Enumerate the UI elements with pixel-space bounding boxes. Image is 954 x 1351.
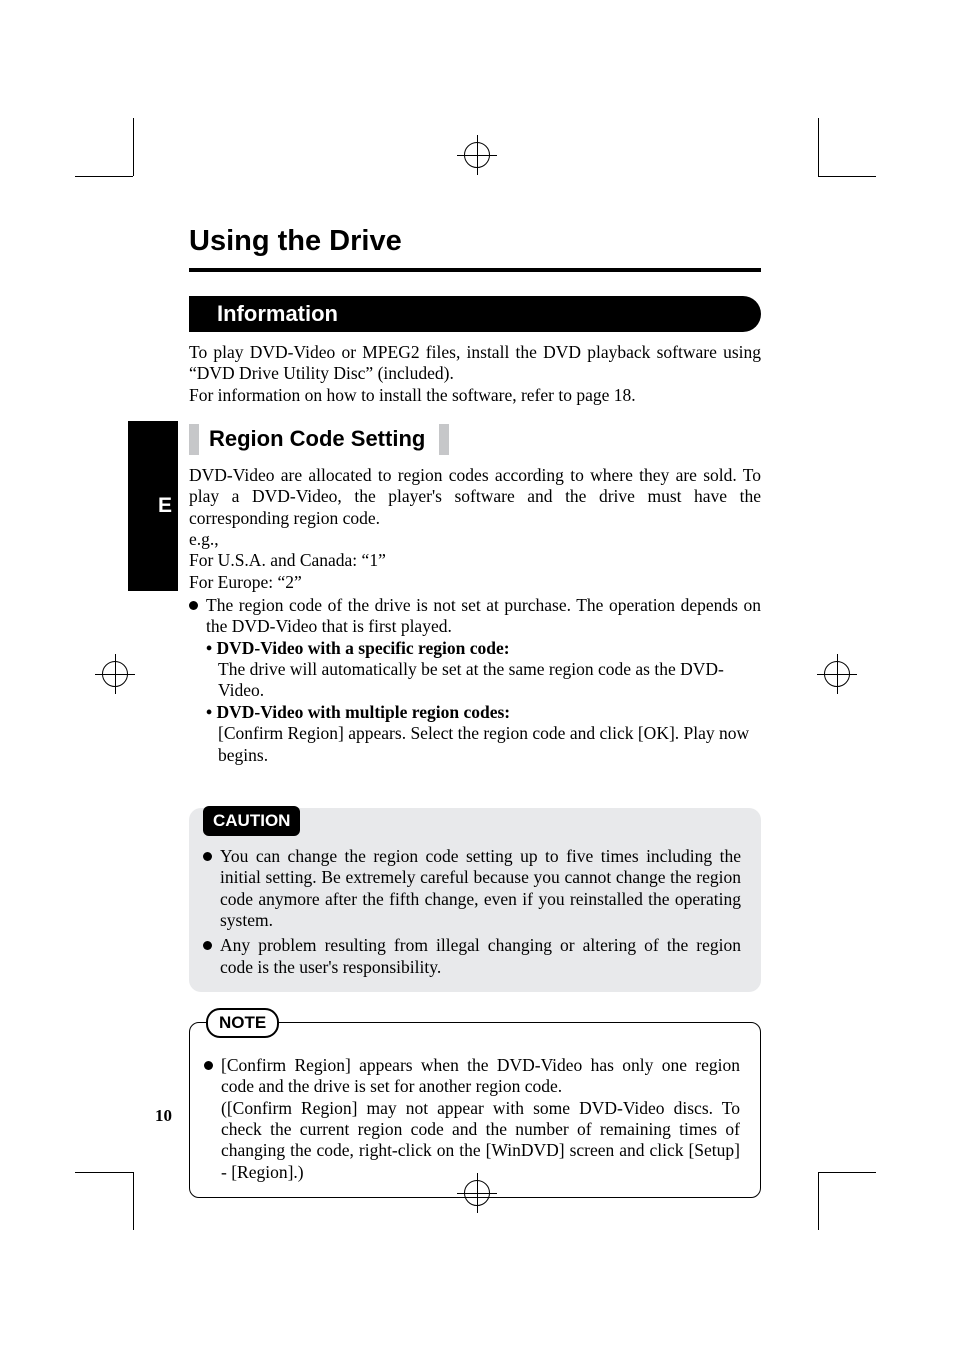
section-header: Information	[189, 296, 761, 332]
subsection-title: Region Code Setting	[209, 426, 425, 451]
sub-bullet: • DVD-Video with a specific region code:…	[206, 638, 761, 702]
caution-box: CAUTION You can change the region code s…	[189, 808, 761, 992]
crop-mark	[818, 1172, 876, 1173]
sub-bullet-label: • DVD-Video with multiple region codes:	[206, 702, 510, 722]
caution-text: Any problem resulting from illegal chang…	[220, 935, 741, 978]
sub-bullet-text: The drive will automatically be set at t…	[218, 659, 761, 702]
bullet-content: The region code of the drive is not set …	[206, 595, 761, 638]
crop-mark	[818, 1172, 819, 1230]
note-text-2: ([Confirm Region] may not appear with so…	[221, 1098, 740, 1183]
bullet-icon	[203, 941, 212, 950]
note-box: NOTE [Confirm Region] appears when the D…	[189, 1022, 761, 1198]
bullet-list: The region code of the drive is not set …	[189, 595, 761, 766]
bullet-text: The region code of the drive is not set …	[206, 595, 761, 636]
region-text-1: DVD-Video are allocated to region codes …	[189, 465, 761, 529]
crop-mark	[818, 176, 876, 177]
crop-mark	[75, 176, 133, 177]
page-title: Using the Drive	[189, 225, 761, 258]
sub-bullet-label: • DVD-Video with a specific region code:	[206, 638, 510, 658]
sub-bullet-text: [Confirm Region] appears. Select the reg…	[218, 723, 761, 766]
page-number: 10	[155, 1106, 172, 1126]
crop-mark	[75, 1172, 133, 1173]
intro-paragraph: To play DVD-Video or MPEG2 files, instal…	[189, 342, 761, 406]
caution-item: You can change the region code setting u…	[203, 846, 741, 931]
bullet-icon	[189, 601, 198, 610]
crop-mark	[133, 118, 134, 176]
side-tab-label: E	[158, 494, 172, 518]
caution-text: You can change the region code setting u…	[220, 846, 741, 931]
registration-mark-icon	[95, 654, 135, 694]
registration-mark-icon	[457, 135, 497, 175]
bullet-icon	[204, 1061, 213, 1070]
sub-bullet: • DVD-Video with multiple region codes: …	[206, 702, 761, 766]
region-eg: e.g.,	[189, 529, 761, 550]
crop-mark	[818, 118, 819, 176]
page-content: Using the Drive Information To play DVD-…	[189, 225, 761, 1198]
region-europe: For Europe: “2”	[189, 572, 761, 593]
caution-item: Any problem resulting from illegal chang…	[203, 935, 741, 978]
crop-mark	[133, 1172, 134, 1230]
note-text-1: [Confirm Region] appears when the DVD-Vi…	[221, 1055, 740, 1098]
region-usa: For U.S.A. and Canada: “1”	[189, 550, 761, 571]
note-label: NOTE	[206, 1008, 279, 1038]
caution-label: CAUTION	[203, 806, 300, 836]
registration-mark-icon	[817, 654, 857, 694]
bullet-item: The region code of the drive is not set …	[189, 595, 761, 638]
subsection-header: Region Code Setting	[189, 424, 449, 455]
note-item: [Confirm Region] appears when the DVD-Vi…	[204, 1055, 740, 1183]
title-underline	[189, 268, 761, 272]
region-paragraph: DVD-Video are allocated to region codes …	[189, 465, 761, 593]
note-content: [Confirm Region] appears when the DVD-Vi…	[221, 1055, 740, 1183]
section-title: Information	[217, 301, 338, 327]
bullet-icon	[203, 852, 212, 861]
